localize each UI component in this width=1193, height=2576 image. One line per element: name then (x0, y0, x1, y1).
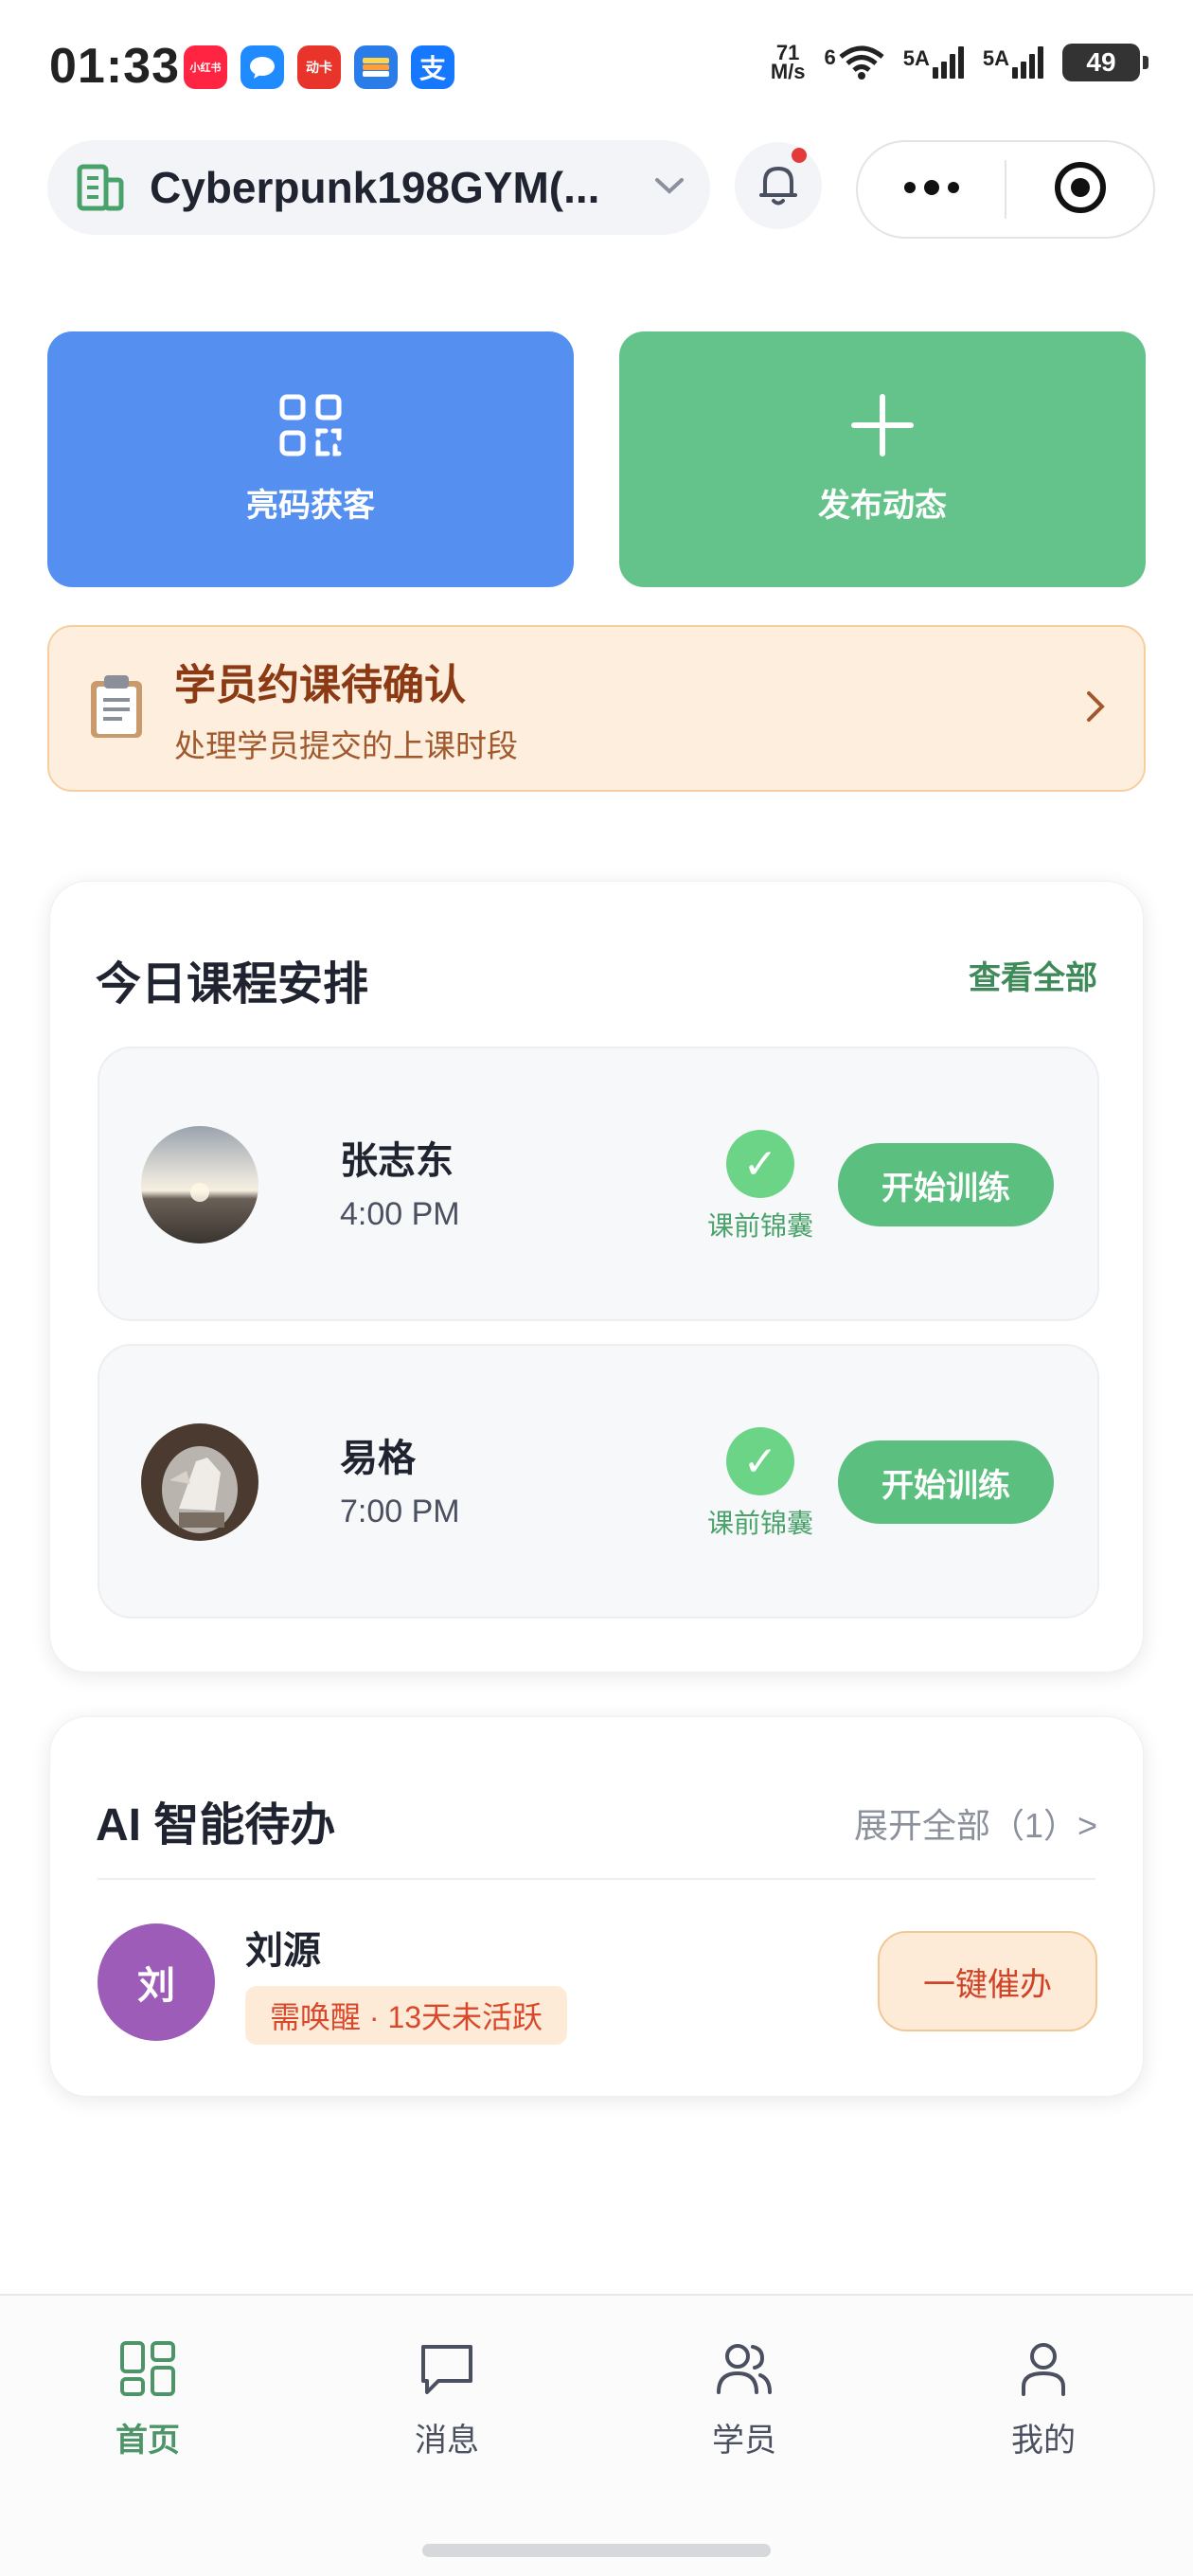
ai-todo-card: AI 智能待办 展开全部（1）> 刘 刘源 需唤醒 · 13天未活跃 一键催办 (49, 1716, 1144, 2097)
booking-banner-subtitle: 处理学员提交的上课时段 (174, 728, 518, 763)
scan-code-button[interactable]: 亮码获客 (47, 331, 574, 587)
alipay-app-icon: 支 (411, 45, 454, 89)
tab-students-label: 学员 (712, 2423, 776, 2459)
pre-class-tips[interactable]: ✓ 课前锦囊 (703, 1427, 817, 1541)
inactive-tag: 需唤醒 · 13天未活跃 (245, 1986, 568, 2045)
scan-code-label: 亮码获客 (246, 488, 375, 524)
cellular-signal-icon-2: 5A (983, 46, 1043, 79)
dongdi-app-icon: 动卡 (297, 45, 341, 89)
tab-messages-label: 消息 (415, 2423, 479, 2459)
view-all-link[interactable]: 查看全部 (969, 952, 1097, 998)
target-close-icon (1053, 160, 1108, 220)
publish-post-button[interactable]: 发布动态 (619, 331, 1146, 587)
one-click-remind-button[interactable]: 一键催办 (878, 1931, 1097, 2031)
schedule-title: 今日课程安排 (96, 959, 369, 1010)
cellular-signal-icon: 5A (903, 46, 964, 79)
chevron-down-icon (653, 176, 686, 200)
chevron-right-icon (1085, 689, 1106, 728)
todo-student-name: 刘源 (245, 1930, 321, 1972)
students-icon (715, 2339, 774, 2403)
plus-icon (850, 393, 915, 462)
tab-profile-label: 我的 (1011, 2423, 1076, 2459)
home-grid-icon (118, 2339, 177, 2403)
booking-confirm-banner[interactable]: 学员约课待确认 处理学员提交的上课时段 (47, 625, 1146, 792)
tab-home[interactable]: 首页 (53, 2339, 242, 2460)
session-time: 7:00 PM (340, 1494, 460, 1530)
gym-name: Cyberpunk198GYM(... (150, 163, 600, 212)
qr-code-icon (278, 393, 343, 462)
pre-class-tips-label: 课前锦囊 (706, 1211, 813, 1241)
notification-button[interactable] (735, 142, 822, 229)
home-indicator (422, 2544, 771, 2557)
session-time: 4:00 PM (340, 1196, 460, 1232)
gym-selector[interactable]: Cyberpunk198GYM(... (47, 140, 710, 235)
message-icon (418, 2339, 476, 2403)
publish-post-label: 发布动态 (818, 488, 947, 524)
profile-icon (1014, 2339, 1073, 2403)
wallet-app-icon (354, 45, 398, 89)
booking-banner-title: 学员约课待确认 (174, 662, 466, 708)
miniprogram-capsule (856, 140, 1155, 239)
start-training-button[interactable]: 开始训练 (838, 1440, 1054, 1524)
pre-class-tips-label: 课前锦囊 (706, 1509, 813, 1538)
today-schedule-card: 今日课程安排 查看全部 张志东 4:00 PM ✓ 课前锦囊 开始训练 易格 7… (49, 881, 1144, 1673)
bell-icon (757, 161, 799, 211)
bottom-tab-bar: 首页 消息 学员 我的 (0, 2294, 1193, 2576)
notification-app-icons: 小红书 动卡 支 (184, 45, 454, 89)
tab-profile[interactable]: 我的 (949, 2339, 1138, 2460)
close-miniprogram-button[interactable] (1006, 142, 1153, 237)
session-card[interactable]: 易格 7:00 PM ✓ 课前锦囊 开始训练 (98, 1344, 1099, 1619)
avatar: 刘 (98, 1923, 215, 2041)
avatar (141, 1126, 258, 1243)
battery-icon: 49 (1062, 44, 1148, 81)
wifi-icon: 6 (825, 45, 884, 80)
start-training-button[interactable]: 开始训练 (838, 1143, 1054, 1226)
more-options-button[interactable] (858, 142, 1005, 237)
avatar (141, 1423, 258, 1541)
ai-todo-title: AI 智能待办 (96, 1800, 336, 1851)
tab-students[interactable]: 学员 (650, 2339, 839, 2460)
check-icon: ✓ (726, 1427, 794, 1495)
divider (98, 1878, 1095, 1880)
clipboard-icon (87, 673, 146, 744)
status-time: 01:33 (49, 39, 180, 94)
notification-dot (792, 148, 807, 163)
session-student-name: 易格 (340, 1438, 416, 1479)
tab-messages[interactable]: 消息 (352, 2339, 542, 2460)
session-student-name: 张志东 (340, 1140, 454, 1182)
tab-home-label: 首页 (116, 2423, 180, 2459)
expand-all-link[interactable]: 展开全部（1）> (854, 1798, 1097, 1848)
more-dots-icon (902, 179, 961, 200)
system-status-icons: 71 M/s 6 5A 5A 49 (770, 41, 1148, 83)
messages-app-icon (240, 45, 284, 89)
network-speed: 71 M/s (770, 41, 806, 83)
pre-class-tips[interactable]: ✓ 课前锦囊 (703, 1130, 817, 1243)
building-icon (72, 157, 129, 219)
check-icon: ✓ (726, 1130, 794, 1198)
xiaohongshu-app-icon: 小红书 (184, 45, 227, 89)
session-card[interactable]: 张志东 4:00 PM ✓ 课前锦囊 开始训练 (98, 1046, 1099, 1321)
